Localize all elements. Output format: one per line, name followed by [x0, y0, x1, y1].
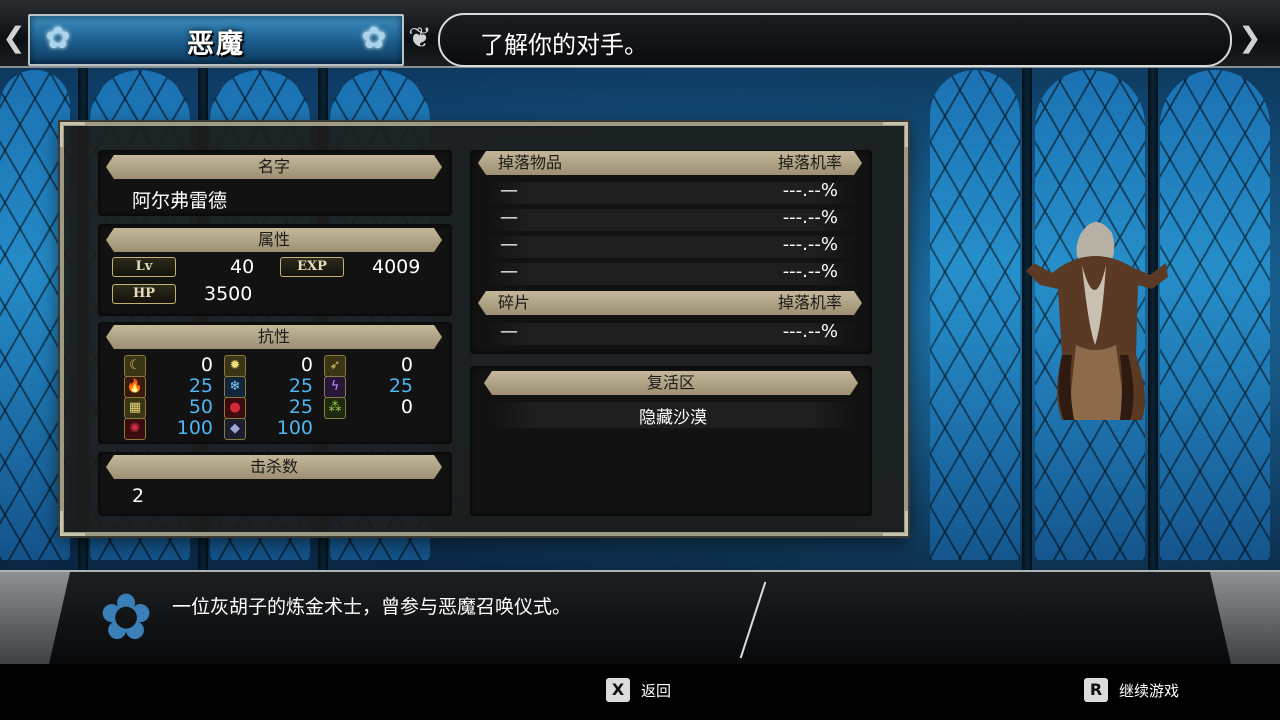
shards-header: 碎片 掉落机率 [478, 291, 862, 315]
back-button-key[interactable]: X [606, 678, 630, 702]
ornament-icon: ❯ [1238, 21, 1262, 54]
resistance-value: 100 [276, 417, 313, 439]
wind-icon: ➶ [324, 355, 346, 377]
lv-label: Lv [112, 257, 176, 277]
shards-rate-label: 掉落机率 [777, 293, 842, 312]
rose-emblem-icon: ✿ [99, 581, 153, 655]
resistance-value: 100 [176, 417, 213, 439]
continue-button-key[interactable]: R [1084, 678, 1108, 702]
stone-icon: ◆ [224, 418, 246, 440]
header-message: 了解你的对手。 [480, 31, 648, 59]
poison-icon: ⁂ [324, 397, 346, 419]
cage-icon: ▦ [124, 397, 146, 419]
title-bar: ❮ ✿ 恶魔 ✿ ❦ 了解你的对手。 ❯ [0, 0, 1280, 68]
divider [739, 581, 767, 659]
list-item: — ---.--% [484, 234, 860, 258]
respawn-location: 隐藏沙漠 [639, 408, 707, 428]
lv-value: 40 [230, 256, 255, 278]
drops-items-label: 掉落物品 [498, 153, 563, 172]
back-button-label[interactable]: 返回 [641, 680, 671, 701]
kills-header: 击杀数 [106, 455, 442, 479]
kills-value: 2 [132, 485, 145, 507]
drops-rate-label: 掉落机率 [777, 153, 842, 172]
name-header: 名字 [106, 155, 442, 179]
resistance-value: 0 [300, 354, 313, 376]
description-bar: ✿ 一位灰胡子的炼金术士，曾参与恶魔召唤仪式。 [0, 570, 1280, 666]
moon-icon: ☾ [124, 355, 146, 377]
header-message-box: 了解你的对手。 [438, 13, 1232, 67]
ornament-icon: ❮ [2, 21, 26, 54]
rose-icon: ✿ [361, 21, 387, 56]
list-item: — ---.--% [484, 321, 860, 345]
light-icon: ✹ [224, 355, 246, 377]
respawn-row: 隐藏沙漠 [490, 402, 856, 428]
drops-header: 掉落物品 掉落机率 [478, 151, 862, 175]
list-item: — ---.--% [484, 207, 860, 231]
exp-value: 4009 [372, 256, 421, 278]
list-item: — ---.--% [484, 180, 860, 204]
curse-icon: ✺ [124, 418, 146, 440]
respawn-header: 复活区 [484, 371, 858, 395]
hp-value: 3500 [204, 283, 253, 305]
resistance-value: 0 [200, 354, 213, 376]
shards-label: 碎片 [498, 293, 531, 312]
resistance-value: 25 [288, 396, 313, 418]
exp-label: EXP [280, 257, 344, 277]
enemy-portrait [1026, 221, 1168, 420]
ice-icon: ❄ [224, 376, 246, 398]
resistance-value: 25 [188, 375, 213, 397]
attributes-header: 属性 [106, 228, 442, 252]
resistance-value: 0 [400, 354, 413, 376]
resistance-value: 25 [288, 375, 313, 397]
scroll-ornament-icon: ❦ [408, 21, 432, 54]
hp-label: HP [112, 284, 176, 304]
continue-button-label[interactable]: 继续游戏 [1119, 680, 1179, 701]
footer-bar: X 返回 R 继续游戏 [0, 664, 1280, 720]
enemy-description: 一位灰胡子的炼金术士，曾参与恶魔召唤仪式。 [172, 596, 572, 618]
blood-icon: ● [224, 397, 246, 419]
fire-icon: 🔥 [124, 376, 146, 398]
list-item: — ---.--% [484, 261, 860, 285]
lightning-icon: ϟ [324, 376, 346, 398]
resistance-header: 抗性 [106, 325, 442, 349]
resistance-value: 0 [400, 396, 413, 418]
category-tab: ✿ 恶魔 ✿ [28, 14, 404, 66]
resistance-value: 50 [188, 396, 213, 418]
enemy-name: 阿尔弗雷德 [132, 190, 228, 212]
category-title: 恶魔 [187, 29, 245, 60]
resistance-value: 25 [388, 375, 413, 397]
